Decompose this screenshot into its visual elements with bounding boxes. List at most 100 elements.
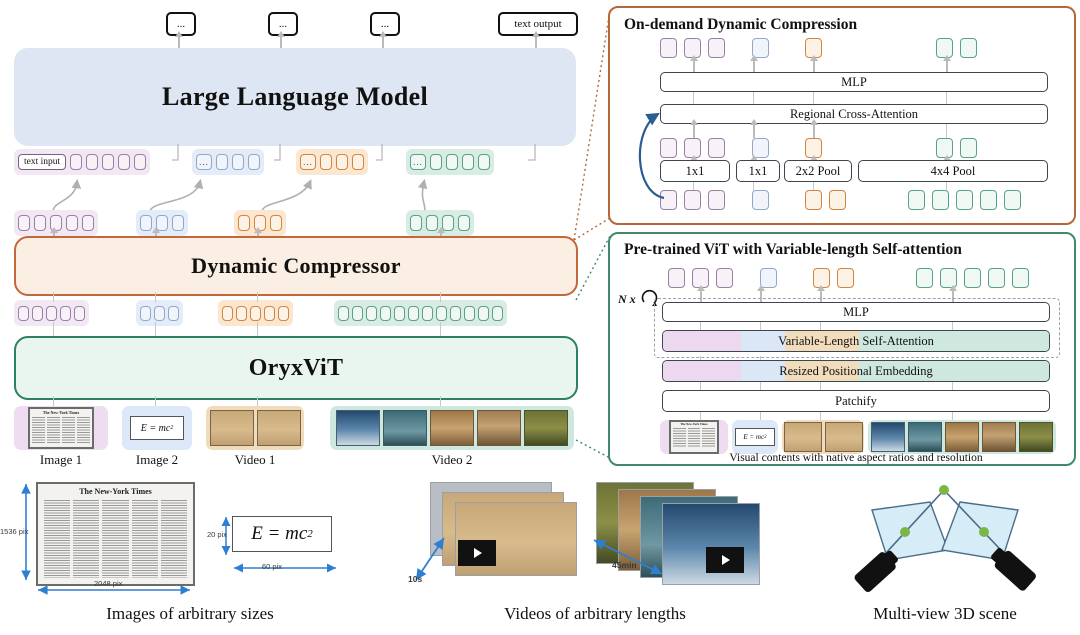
token	[32, 305, 43, 321]
token	[250, 305, 261, 321]
token	[394, 305, 405, 321]
connector-line	[257, 396, 258, 406]
segment-purple	[663, 361, 741, 381]
token	[964, 268, 981, 288]
odc-bottom-tokens	[660, 190, 1021, 210]
vit-panel-caption: Visual contents with native aspect ratio…	[729, 452, 983, 464]
arrow-output-2	[277, 31, 285, 48]
token	[172, 215, 184, 231]
equation-height-label: 20 pix	[207, 530, 228, 539]
pool-op-label: 1x1	[685, 163, 705, 178]
newspaper-column	[687, 428, 701, 448]
bottom-caption-3d: Multi-view 3D scene	[873, 604, 1017, 623]
token	[708, 38, 725, 58]
token	[140, 215, 152, 231]
video-frame	[524, 410, 568, 446]
multiview-3d-illustration	[854, 485, 1036, 592]
connector-line	[155, 292, 156, 302]
video1-duration-label: 10s	[408, 574, 423, 584]
odc-cross-attention-bar: Regional Cross-Attention	[660, 104, 1048, 124]
vit-top-tokens	[668, 268, 1029, 288]
dynamic-compressor-block: Dynamic Compressor	[14, 236, 578, 296]
odc-residual-arrow	[638, 112, 665, 200]
newspaper-masthead: The New-York Times	[42, 410, 80, 415]
input-label-video1: Video 1	[234, 452, 276, 467]
arrow-mlp-out-1	[690, 55, 698, 72]
token	[684, 190, 701, 210]
vit-thumb-image1: The New-York Times	[660, 420, 728, 454]
connector-line	[155, 396, 156, 406]
token	[408, 305, 419, 321]
token	[338, 305, 349, 321]
token	[960, 138, 977, 158]
token	[980, 190, 997, 210]
connector-line	[760, 322, 761, 330]
token	[492, 305, 503, 321]
newspaper-column	[62, 417, 75, 443]
token	[238, 215, 250, 231]
token	[264, 305, 275, 321]
segment-purple	[663, 331, 741, 351]
output-ellipsis: ...	[278, 18, 288, 30]
newspaper-columns	[672, 428, 716, 448]
odc-mlp-bar: MLP	[660, 72, 1048, 92]
token	[916, 268, 933, 288]
odc-pool-1x1-b: 1x1	[736, 160, 780, 182]
text-output-label: text output	[514, 18, 562, 30]
token	[436, 305, 447, 321]
equation-thumbnail: E = mc 2	[735, 428, 775, 446]
bottom-caption-videos: Videos of arbitrary lengths	[504, 604, 686, 623]
connector-line	[813, 92, 814, 104]
connector-line	[440, 322, 441, 336]
llm-label: Large Language Model	[162, 82, 428, 111]
odc-pool-2x2: 2x2 Pool	[784, 160, 852, 182]
connector-line	[760, 412, 761, 420]
vit-positional-embedding-bar: Resized Positional Embedding	[662, 360, 1050, 382]
vit-thumb-image2: E = mc 2	[732, 420, 778, 454]
connector-line	[700, 322, 701, 330]
token	[805, 190, 822, 210]
vit-token-row-image1	[14, 300, 89, 326]
token	[478, 305, 489, 321]
play-icon	[706, 547, 744, 573]
pool-op-label: 2x2 Pool	[795, 163, 841, 178]
token	[668, 268, 685, 288]
odc-mlp-label: MLP	[841, 74, 867, 89]
connector-line	[952, 412, 953, 420]
video1-duration-arrow	[415, 537, 445, 581]
newspaper-column	[76, 417, 90, 443]
connector-line	[700, 412, 701, 420]
video2-duration-arrow	[593, 539, 663, 575]
token	[66, 215, 78, 231]
connector-line	[693, 92, 694, 104]
newspaper-column	[672, 428, 686, 448]
token	[988, 268, 1005, 288]
output-ellipsis: ...	[380, 18, 390, 30]
bottom-caption-images: Images of arbitrary sizes	[106, 604, 274, 623]
connector-line	[820, 412, 821, 420]
connector-line	[693, 182, 694, 190]
token	[708, 190, 725, 210]
pool-op-label: 4x4 Pool	[930, 163, 976, 178]
newspaper-masthead: The New-York Times	[680, 422, 708, 426]
vit-token-row-video2	[334, 300, 507, 326]
token	[932, 190, 949, 210]
token	[380, 305, 391, 321]
newspaper-columns	[32, 417, 90, 443]
connector-line	[53, 322, 54, 336]
token	[908, 190, 925, 210]
token	[34, 215, 46, 231]
video-frame	[982, 422, 1016, 452]
equation-exponent: 2	[170, 425, 174, 431]
video-frame	[908, 422, 942, 452]
equation-thumbnail: E = mc 2	[130, 416, 184, 440]
input-thumb-image1: The New-York Times	[14, 406, 108, 450]
vit-mlp-bar: MLP	[662, 302, 1050, 322]
token	[278, 305, 289, 321]
video-frame	[209, 410, 254, 446]
vit-thumb-video2	[868, 420, 1056, 454]
vit-patchify-label: Patchify	[835, 393, 877, 408]
arrow-to-crossattn-1	[690, 119, 698, 138]
compressed-token-row-image2	[136, 210, 188, 236]
input-label-image2: Image 2	[135, 452, 179, 467]
